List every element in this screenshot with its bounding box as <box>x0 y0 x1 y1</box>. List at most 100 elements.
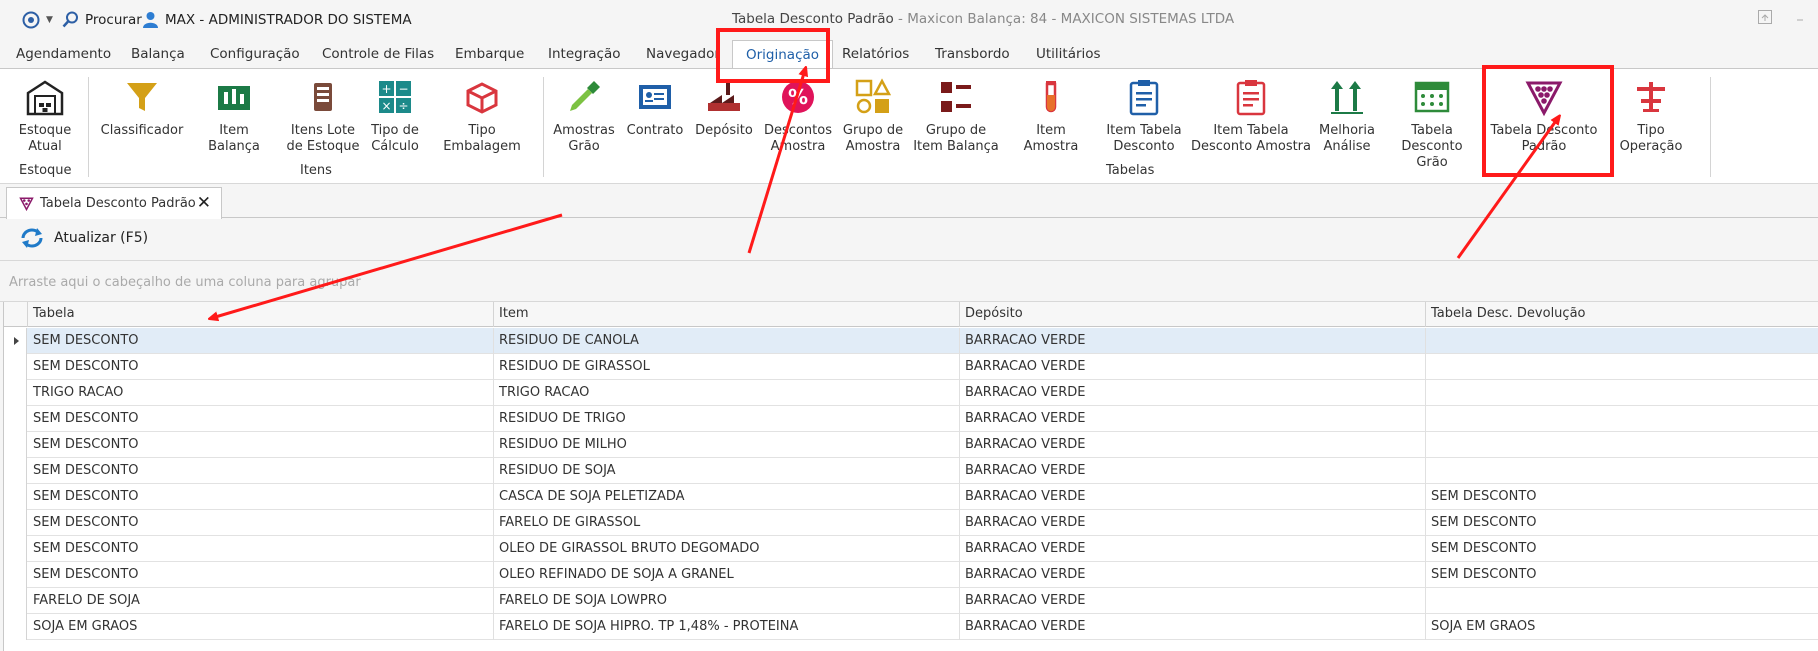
cell-tabela[interactable]: SEM DESCONTO <box>28 562 494 588</box>
tab-balanca[interactable]: Balança <box>131 46 185 62</box>
grupo-de-amostra-button[interactable]: Grupo de Amostra <box>840 77 906 155</box>
table-row[interactable]: SEM DESCONTO FARELO DE GIRASSOL BARRACAO V… <box>4 510 1818 536</box>
cell-deposito[interactable]: BARRACAO VERDE <box>960 406 1426 432</box>
cell-tabela[interactable]: SEM DESCONTO <box>28 406 494 432</box>
cell-tabela-desc-devolucao[interactable] <box>1426 380 1818 406</box>
table-row[interactable]: SEM DESCONTO RESIDUO DE GIRASSOL BARRACAO … <box>4 354 1818 380</box>
cell-tabela[interactable]: SEM DESCONTO <box>28 432 494 458</box>
row-indicator[interactable] <box>4 484 27 510</box>
cell-tabela-desc-devolucao[interactable] <box>1426 328 1818 354</box>
contrato-button[interactable]: Contrato <box>624 77 686 139</box>
cell-deposito[interactable]: BARRACAO VERDE <box>960 510 1426 536</box>
row-indicator[interactable] <box>4 588 27 614</box>
cell-item[interactable]: OLEO REFINADO DE SOJA A GRANEL <box>494 562 960 588</box>
cell-deposito[interactable]: BARRACAO VERDE <box>960 328 1426 354</box>
table-row[interactable]: TRIGO RACAO TRIGO RACAO BARRACAO VERDE <box>4 380 1818 406</box>
cell-deposito[interactable]: BARRACAO VERDE <box>960 432 1426 458</box>
table-row[interactable]: SEM DESCONTO RESIDUO DE CANOLA BARRACAO VE… <box>4 328 1818 354</box>
tab-agendamento[interactable]: Agendamento <box>16 46 111 62</box>
melhoria-analise-button[interactable]: Melhoria Análise <box>1316 77 1378 155</box>
cell-deposito[interactable]: BARRACAO VERDE <box>960 380 1426 406</box>
deposito-button[interactable]: Depósito <box>692 77 756 139</box>
row-indicator[interactable] <box>4 406 27 432</box>
row-indicator[interactable] <box>4 432 27 458</box>
tab-relatorios[interactable]: Relatórios <box>842 46 909 62</box>
restore-ribbon-icon[interactable] <box>1758 10 1772 24</box>
cell-tabela-desc-devolucao[interactable] <box>1426 354 1818 380</box>
cell-tabela-desc-devolucao[interactable] <box>1426 458 1818 484</box>
estoque-atual-button[interactable]: Estoque Atual <box>18 77 72 155</box>
column-header-tabela-desc-devolucao[interactable]: Tabela Desc. Devolução <box>1426 302 1818 327</box>
row-indicator[interactable] <box>4 328 27 354</box>
tipo-operacao-button[interactable]: Tipo Operação <box>1606 77 1696 155</box>
row-indicator[interactable] <box>4 536 27 562</box>
cell-item[interactable]: FARELO DE SOJA LOWPRO <box>494 588 960 614</box>
cell-item[interactable]: TRIGO RACAO <box>494 380 960 406</box>
cell-tabela[interactable]: SEM DESCONTO <box>28 458 494 484</box>
cell-tabela[interactable]: SEM DESCONTO <box>28 328 494 354</box>
item-balanca-button[interactable]: Item Balança <box>194 77 274 155</box>
grupo-item-balanca-button[interactable]: Grupo de Item Balança <box>912 77 1000 155</box>
column-header-item[interactable]: Item <box>494 302 960 327</box>
cell-deposito[interactable]: BARRACAO VERDE <box>960 536 1426 562</box>
cell-item[interactable]: RESIDUO DE MILHO <box>494 432 960 458</box>
app-menu-button[interactable]: ▼ <box>22 11 53 29</box>
row-indicator[interactable] <box>4 614 27 640</box>
tab-embarque[interactable]: Embarque <box>455 46 524 62</box>
cell-item[interactable]: CASCA DE SOJA PELETIZADA <box>494 484 960 510</box>
row-indicator[interactable] <box>4 380 27 406</box>
item-amostra-button[interactable]: Item Amostra <box>1008 77 1094 155</box>
tab-transbordo[interactable]: Transbordo <box>935 46 1010 62</box>
tab-originacao[interactable]: Originação <box>732 40 834 69</box>
cell-deposito[interactable]: BARRACAO VERDE <box>960 614 1426 640</box>
tipo-de-calculo-button[interactable]: + − × ÷ Tipo de Cálculo <box>366 77 424 155</box>
item-tabela-desconto-button[interactable]: Item Tabela Desconto <box>1104 77 1184 155</box>
table-row[interactable]: SEM DESCONTO RESIDUO DE MILHO BARRACAO VER… <box>4 432 1818 458</box>
row-indicator[interactable] <box>4 354 27 380</box>
tab-controle-de-filas[interactable]: Controle de Filas <box>322 46 434 62</box>
cell-item[interactable]: FARELO DE SOJA HIPRO. TP 1,48% - PROTEIN… <box>494 614 960 640</box>
cell-tabela[interactable]: TRIGO RACAO <box>28 380 494 406</box>
cell-tabela-desc-devolucao[interactable]: SEM DESCONTO <box>1426 484 1818 510</box>
refresh-button[interactable]: Atualizar (F5) <box>18 227 148 249</box>
cell-deposito[interactable]: BARRACAO VERDE <box>960 458 1426 484</box>
row-indicator[interactable] <box>4 510 27 536</box>
cell-item[interactable]: FARELO DE GIRASSOL <box>494 510 960 536</box>
cell-item[interactable]: RESIDUO DE SOJA <box>494 458 960 484</box>
table-row[interactable]: SEM DESCONTO OLEO DE GIRASSOL BRUTO DEGOM… <box>4 536 1818 562</box>
close-icon[interactable]: ✕ <box>197 193 211 213</box>
cell-item[interactable]: RESIDUO DE TRIGO <box>494 406 960 432</box>
cell-tabela[interactable]: SEM DESCONTO <box>28 354 494 380</box>
cell-deposito[interactable]: BARRACAO VERDE <box>960 484 1426 510</box>
tabela-desconto-padrao-button[interactable]: Tabela Desconto Padrão <box>1488 77 1600 155</box>
tabela-desconto-grao-button[interactable]: Tabela Desconto Grão <box>1384 77 1480 171</box>
document-tab-tabela-desconto-padrao[interactable]: Tabela Desconto Padrão ✕ <box>6 187 222 219</box>
row-indicator[interactable] <box>4 562 27 588</box>
cell-tabela-desc-devolucao[interactable] <box>1426 432 1818 458</box>
cell-tabela[interactable]: SOJA EM GRAOS <box>28 614 494 640</box>
classificador-button[interactable]: Classificador <box>101 77 183 139</box>
column-header-deposito[interactable]: Depósito <box>960 302 1426 327</box>
tab-integracao[interactable]: Integração <box>548 46 620 62</box>
cell-tabela-desc-devolucao[interactable]: SEM DESCONTO <box>1426 510 1818 536</box>
tab-navegador[interactable]: Navegador <box>646 46 720 62</box>
cell-tabela[interactable]: SEM DESCONTO <box>28 536 494 562</box>
table-row[interactable]: SEM DESCONTO RESIDUO DE TRIGO BARRACAO VER… <box>4 406 1818 432</box>
column-header-tabela[interactable]: Tabela <box>28 302 494 327</box>
table-row[interactable]: SEM DESCONTO RESIDUO DE SOJA BARRACAO VERD… <box>4 458 1818 484</box>
cell-tabela-desc-devolucao[interactable] <box>1426 588 1818 614</box>
cell-deposito[interactable]: BARRACAO VERDE <box>960 354 1426 380</box>
user-button[interactable]: MAX - ADMINISTRADOR DO SISTEMA <box>142 11 412 28</box>
descontos-amostra-button[interactable]: % Descontos Amostra <box>762 77 834 155</box>
amostras-grao-button[interactable]: Amostras Grão <box>552 77 616 155</box>
cell-deposito[interactable]: BARRACAO VERDE <box>960 588 1426 614</box>
table-row[interactable]: FARELO DE SOJA FARELO DE SOJA LOWPRO BARRA… <box>4 588 1818 614</box>
table-row[interactable]: SEM DESCONTO OLEO REFINADO DE SOJA A GRAN… <box>4 562 1818 588</box>
cell-tabela-desc-devolucao[interactable] <box>1426 406 1818 432</box>
group-panel[interactable]: Arraste aqui o cabeçalho de uma coluna p… <box>0 262 1818 302</box>
itens-lote-button[interactable]: Itens Lote de Estoque <box>286 77 360 155</box>
item-tabela-desconto-amostra-button[interactable]: Item Tabela Desconto Amostra <box>1190 77 1312 155</box>
cell-tabela-desc-devolucao[interactable]: SEM DESCONTO <box>1426 562 1818 588</box>
tab-utilitarios[interactable]: Utilitários <box>1036 46 1101 62</box>
tipo-embalagem-button[interactable]: Tipo Embalagem <box>432 77 532 155</box>
